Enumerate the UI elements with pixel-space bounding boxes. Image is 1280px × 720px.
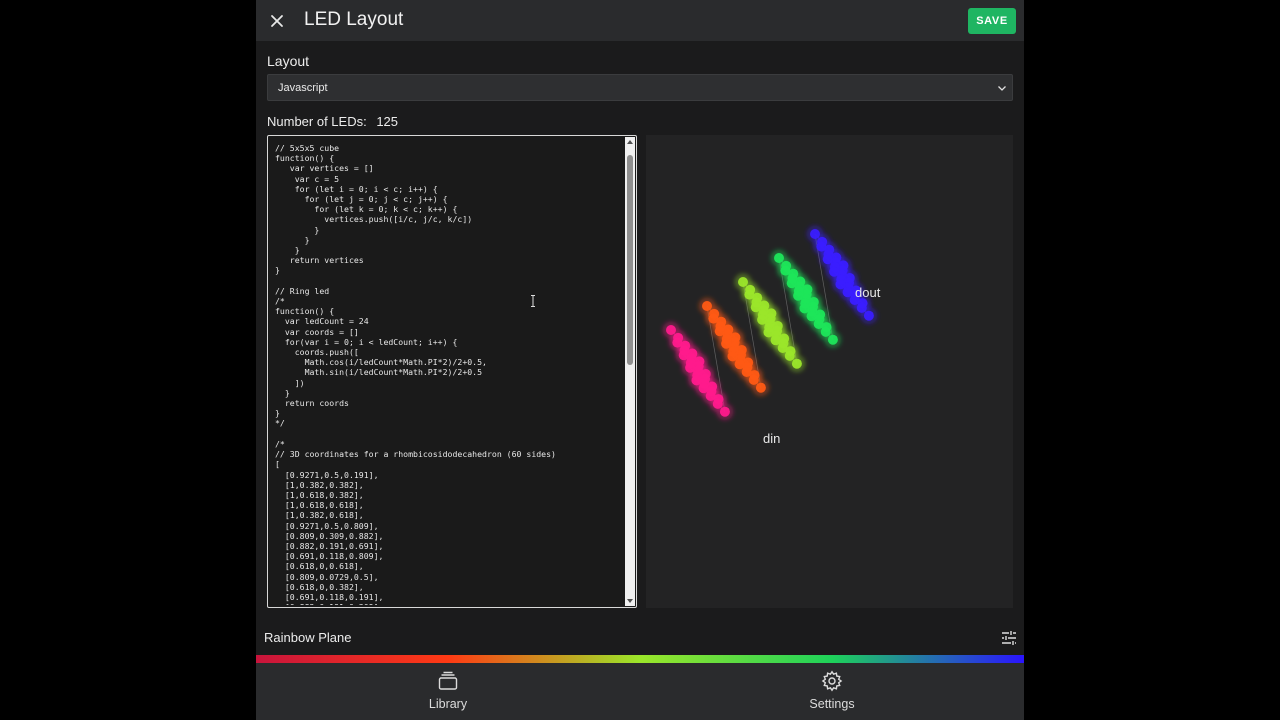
chevron-down-icon	[998, 86, 1006, 91]
led-point	[721, 338, 732, 349]
bottom-nav: Library Settings	[256, 663, 1024, 720]
led-point	[835, 279, 846, 290]
led-point	[714, 326, 725, 337]
led-point	[786, 278, 797, 289]
led-point	[757, 314, 768, 325]
nav-settings[interactable]: Settings	[640, 663, 1024, 720]
led-point	[822, 254, 833, 265]
pattern-bar: Rainbow Plane Library Settings	[256, 622, 1024, 720]
led-point	[744, 289, 755, 300]
led-count-value: 125	[376, 114, 399, 129]
led-point	[698, 383, 709, 394]
scroll-thumb[interactable]	[627, 155, 633, 365]
dout-label: dout	[855, 285, 881, 300]
led-point	[678, 350, 689, 361]
led-point	[829, 266, 840, 277]
led-point	[750, 302, 761, 313]
led-point	[741, 367, 752, 378]
led-point	[727, 351, 738, 362]
led-point	[777, 343, 788, 354]
tune-icon[interactable]	[1000, 629, 1018, 647]
led-point	[685, 362, 696, 373]
layout-select[interactable]: Javascript	[267, 74, 1013, 101]
text-cursor-icon	[531, 295, 535, 307]
led-point	[791, 358, 802, 369]
led-point	[784, 350, 795, 361]
pattern-preview-strip	[256, 655, 1024, 663]
page-title: LED Layout	[304, 9, 404, 30]
led-cube-render: din dout	[662, 225, 881, 446]
led-layout-app: LED Layout SAVE Layout Javascript Number…	[256, 0, 1024, 720]
scroll-up-arrow-icon[interactable]	[625, 137, 635, 147]
save-button[interactable]: SAVE	[968, 8, 1016, 34]
led-point	[719, 406, 730, 417]
led-point	[793, 290, 804, 301]
led-point	[842, 287, 853, 298]
nav-library-label: Library	[428, 697, 468, 711]
led-point	[799, 303, 810, 314]
led-point	[763, 327, 774, 338]
led-point	[820, 326, 831, 337]
led-point	[863, 310, 874, 321]
led-point	[666, 325, 676, 335]
gear-icon	[821, 670, 843, 692]
led-point	[672, 337, 683, 348]
led-point	[816, 241, 827, 252]
led-point	[738, 277, 748, 287]
led-3d-preview[interactable]: din dout	[646, 135, 1013, 608]
editor-scrollbar[interactable]	[625, 137, 635, 606]
led-count: Number of LEDs: 125	[267, 114, 398, 129]
led-point	[702, 301, 712, 311]
top-bar: LED Layout SAVE	[256, 0, 1024, 41]
library-icon	[438, 671, 458, 690]
din-label: din	[763, 431, 780, 446]
nav-library[interactable]: Library	[256, 663, 640, 720]
current-pattern-name: Rainbow Plane	[264, 630, 352, 645]
close-icon	[271, 15, 283, 27]
led-point	[813, 319, 824, 330]
led-point	[806, 311, 817, 322]
led-point	[856, 302, 867, 313]
led-point	[705, 391, 716, 402]
led-point	[780, 265, 791, 276]
led-point	[774, 253, 784, 263]
led-point	[827, 334, 838, 345]
led-point	[691, 375, 702, 386]
layout-label: Layout	[267, 53, 310, 69]
led-point	[734, 359, 745, 370]
led-point	[755, 382, 766, 393]
led-point	[748, 374, 759, 385]
led-point	[708, 313, 719, 324]
led-point	[810, 229, 820, 239]
code-editor[interactable]: // 5x5x5 cube function() { var vertices …	[267, 135, 637, 608]
code-text[interactable]: // 5x5x5 cube function() { var vertices …	[275, 143, 620, 605]
nav-settings-label: Settings	[809, 697, 855, 711]
scroll-down-arrow-icon[interactable]	[625, 596, 635, 606]
close-button[interactable]	[264, 8, 290, 34]
layout-select-value: Javascript	[278, 82, 328, 94]
led-count-label: Number of LEDs:	[267, 114, 367, 129]
led-point	[712, 398, 723, 409]
led-point	[770, 335, 781, 346]
